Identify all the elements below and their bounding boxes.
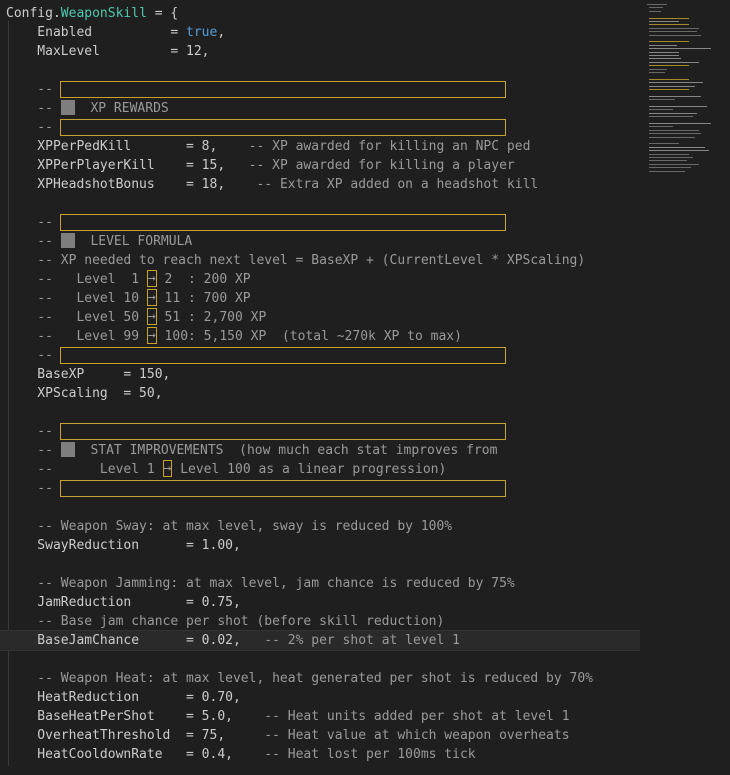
- section-title-xp-rewards: XP REWARDS: [74, 101, 169, 116]
- minimap-line: [649, 163, 699, 165]
- minimap-line: [649, 167, 691, 169]
- comment-line[interactable]: -- XP REWARDS: [0, 99, 640, 118]
- minimap-line: [649, 82, 703, 84]
- minimap-line: [649, 44, 677, 46]
- minimap-line: [649, 7, 663, 9]
- code-line[interactable]: SwayReduction = 1.00,: [0, 536, 640, 555]
- code-line[interactable]: XPScaling = 50,: [0, 384, 640, 403]
- comment-line[interactable]: -- Weapon Sway: at max level, sway is re…: [0, 517, 640, 536]
- minimap-line: [649, 126, 673, 128]
- section-title-level-formula: LEVEL FORMULA: [74, 234, 193, 249]
- minimap[interactable]: [645, 0, 715, 190]
- code-line[interactable]: XPPerPedKill = 8, -- XP awarded for kill…: [0, 137, 640, 156]
- comment-line[interactable]: -- Weapon Heat: at max level, heat gener…: [0, 669, 640, 688]
- comment-line[interactable]: -- STAT IMPROVEMENTS (how much each stat…: [0, 441, 640, 460]
- minimap-line: [647, 4, 667, 5]
- minimap-line: [649, 150, 709, 152]
- minimap-line: [649, 51, 679, 53]
- minimap-line: [649, 99, 675, 101]
- arrow-icon: →: [146, 327, 157, 344]
- minimap-line: [649, 95, 701, 97]
- minimap-line: [649, 123, 711, 124]
- code-line[interactable]: HeatCooldownRate = 0.4, -- Heat lost per…: [0, 745, 640, 764]
- minimap-line: [649, 109, 673, 111]
- comment-line[interactable]: -- Weapon Jamming: at max level, jam cha…: [0, 574, 640, 593]
- block-glyph-icon: [60, 100, 75, 115]
- code-line[interactable]: OverheatThreshold = 75, -- Heat value at…: [0, 726, 640, 745]
- vertical-scrollbar[interactable]: [716, 0, 730, 775]
- code-line[interactable]: XPHeadshotBonus = 18, -- Extra XP added …: [0, 175, 640, 194]
- box-drawing-highlight: [60, 81, 506, 98]
- minimap-line: [649, 55, 679, 56]
- arrow-icon: →: [146, 289, 157, 306]
- box-drawing-highlight: [60, 347, 506, 364]
- minimap-line: [649, 21, 679, 22]
- minimap-line: [649, 10, 661, 12]
- code-line[interactable]: XPPerPlayerKill = 15, -- XP awarded for …: [0, 156, 640, 175]
- minimap-line: [649, 157, 693, 158]
- code-line[interactable]: BaseXP = 150,: [0, 365, 640, 384]
- minimap-line: [649, 34, 701, 36]
- arrow-icon: →: [146, 308, 157, 325]
- minimap-line: [649, 89, 689, 90]
- comment-line[interactable]: -- XP needed to reach next level = BaseX…: [0, 251, 640, 270]
- section-title-stat-improvements: STAT IMPROVEMENTS (how much each stat im…: [74, 443, 498, 458]
- minimap-line: [649, 153, 689, 155]
- comment-line[interactable]: -- Level 1 → Level 100 as a linear progr…: [0, 460, 640, 479]
- box-drawing-highlight: [60, 480, 506, 497]
- code-line[interactable]: Enabled = true,: [0, 23, 640, 42]
- box-drawing-highlight: [60, 214, 506, 231]
- box-drawing-highlight: [60, 423, 506, 440]
- code-line[interactable]: Config.WeaponSkill = {: [0, 4, 640, 23]
- minimap-line: [649, 65, 689, 67]
- minimap-line: [649, 160, 687, 162]
- code-line[interactable]: JamReduction = 0.75,: [0, 593, 640, 612]
- minimap-line: [649, 116, 693, 118]
- code-line[interactable]: BaseHeatPerShot = 5.0, -- Heat units add…: [0, 707, 640, 726]
- box-drawing-highlight: [60, 119, 506, 136]
- code-editor[interactable]: Config.WeaponSkill = { Enabled = true, M…: [0, 0, 640, 775]
- comment-line[interactable]: -- Base jam chance per shot (before skil…: [0, 612, 640, 631]
- minimap-line: [649, 133, 701, 135]
- minimap-line: [649, 31, 697, 33]
- arrow-icon: →: [146, 270, 157, 287]
- comment-line[interactable]: -- Level 50 → 51 : 2,700 XP: [0, 308, 640, 327]
- minimap-line: [649, 24, 689, 26]
- boolean-literal: true: [186, 25, 218, 40]
- current-line[interactable]: BaseJamChance = 0.02, -- 2% per shot at …: [0, 630, 640, 651]
- minimap-line: [649, 143, 679, 145]
- minimap-line: [649, 58, 681, 60]
- minimap-line: [649, 146, 705, 148]
- arrow-icon: →: [162, 460, 173, 477]
- weaponskill-property: WeaponSkill: [60, 6, 147, 21]
- minimap-line: [649, 106, 707, 107]
- minimap-line: [649, 68, 667, 70]
- block-glyph-icon: [60, 233, 75, 248]
- comment-line[interactable]: -- Level 99 → 100: 5,150 XP (total ~270k…: [0, 327, 640, 346]
- minimap-line: [649, 41, 689, 43]
- block-glyph-icon: [60, 442, 75, 457]
- comment-line[interactable]: -- Level 1 → 2 : 200 XP: [0, 270, 640, 289]
- minimap-line: [649, 85, 695, 87]
- code-line[interactable]: HeatReduction = 0.70,: [0, 688, 640, 707]
- comment-line[interactable]: -- LEVEL FORMULA: [0, 232, 640, 251]
- minimap-line: [649, 136, 695, 138]
- minimap-line: [649, 17, 689, 19]
- minimap-line: [649, 129, 699, 131]
- minimap-line: [649, 112, 697, 114]
- minimap-line: [649, 72, 665, 73]
- minimap-line: [649, 170, 685, 172]
- minimap-line: [649, 27, 699, 29]
- minimap-line: [649, 61, 699, 63]
- config-identifier: Config: [6, 6, 53, 21]
- code-line[interactable]: MaxLevel = 12,: [0, 42, 640, 61]
- minimap-line: [649, 78, 689, 80]
- minimap-line: [649, 48, 711, 50]
- comment-line[interactable]: -- Level 10 → 11 : 700 XP: [0, 289, 640, 308]
